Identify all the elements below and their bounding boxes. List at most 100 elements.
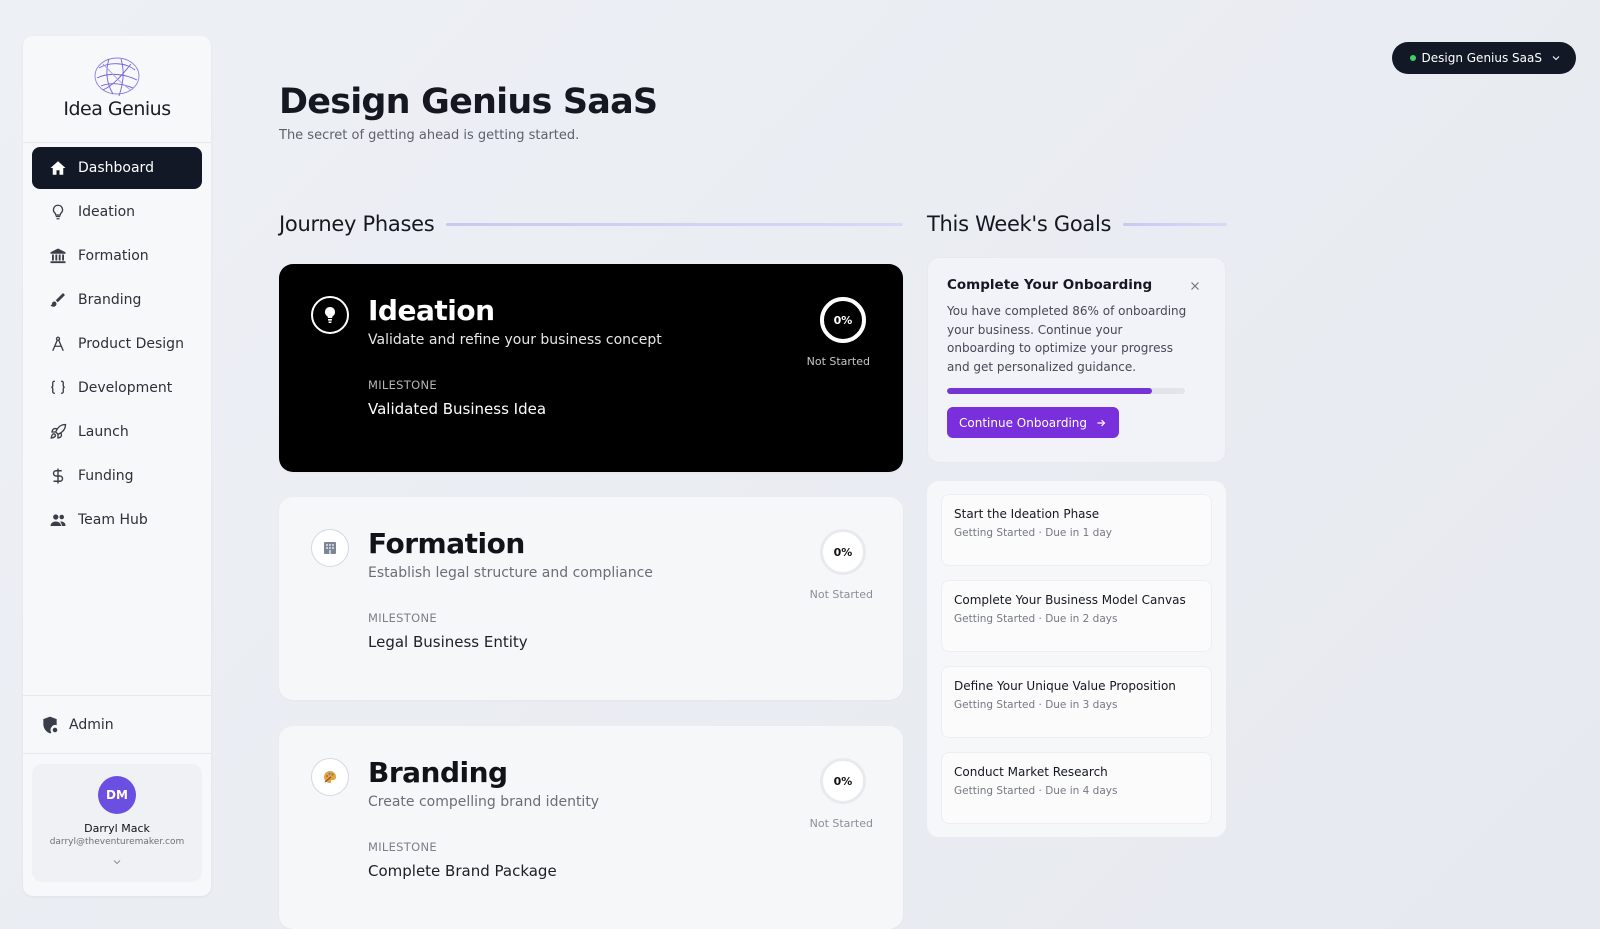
sidebar-item-label: Team Hub bbox=[78, 512, 148, 528]
progress-ring: 0% bbox=[820, 297, 866, 343]
phase-card-ideation[interactable]: Ideation Validate and refine your busine… bbox=[279, 264, 903, 472]
phase-card-branding[interactable]: Branding Create compelling brand identit… bbox=[279, 726, 903, 929]
rocket-icon bbox=[48, 422, 68, 442]
project-select[interactable]: Design Genius SaaS bbox=[1391, 42, 1576, 74]
sidebar-item-label: Formation bbox=[78, 248, 149, 264]
goal-title: Start the Ideation Phase bbox=[954, 507, 1100, 521]
chevron-down-icon bbox=[1550, 52, 1562, 64]
progress-ring: 0% bbox=[820, 529, 866, 575]
phase-card-formation[interactable]: Formation Establish legal structure and … bbox=[279, 497, 903, 700]
sidebar-nav: Dashboard Ideation Formation Branding Pr… bbox=[23, 147, 211, 541]
sidebar-item-funding[interactable]: Funding bbox=[32, 455, 202, 497]
sidebar-item-branding[interactable]: Branding bbox=[32, 279, 202, 321]
section-title: Journey Phases bbox=[279, 212, 435, 236]
compass-icon bbox=[48, 334, 68, 354]
sidebar: Idea Genius Dashboard Ideation Formation bbox=[23, 36, 211, 896]
sidebar-item-ideation[interactable]: Ideation bbox=[32, 191, 202, 233]
arrow-right-icon bbox=[1095, 417, 1107, 429]
sidebar-item-dashboard[interactable]: Dashboard bbox=[32, 147, 202, 189]
building-icon bbox=[311, 529, 349, 567]
milestone-label: MILESTONE bbox=[368, 378, 437, 392]
bank-icon bbox=[48, 246, 68, 266]
phase-status: Not Started bbox=[809, 588, 873, 601]
user-email: darryl@theventuremaker.com bbox=[49, 837, 185, 847]
sidebar-item-product-design[interactable]: Product Design bbox=[32, 323, 202, 365]
goal-item[interactable]: Conduct Market Research Getting Started … bbox=[941, 752, 1212, 824]
code-braces-icon bbox=[48, 378, 68, 398]
goal-meta: Getting Started · Due in 4 days bbox=[954, 785, 1118, 797]
goal-item[interactable]: Start the Ideation Phase Getting Started… bbox=[941, 494, 1212, 566]
phase-status: Not Started bbox=[809, 817, 873, 830]
progress-ring: 0% bbox=[820, 758, 866, 804]
lightbulb-icon bbox=[48, 202, 68, 222]
onboarding-card: Complete Your Onboarding You have comple… bbox=[927, 257, 1226, 463]
milestone-label: MILESTONE bbox=[368, 840, 437, 854]
progress-fill bbox=[947, 388, 1152, 394]
goal-item[interactable]: Complete Your Business Model Canvas Gett… bbox=[941, 580, 1212, 652]
home-icon bbox=[48, 158, 68, 178]
user-card: DM Darryl Mack darryl@theventuremaker.co… bbox=[23, 753, 211, 896]
goal-title: Conduct Market Research bbox=[954, 765, 1108, 779]
brain-logo-icon bbox=[94, 57, 140, 97]
phase-description: Create compelling brand identity bbox=[368, 794, 600, 810]
continue-onboarding-button[interactable]: Continue Onboarding bbox=[947, 407, 1120, 438]
goal-meta: Getting Started · Due in 1 day bbox=[954, 527, 1112, 539]
user-menu[interactable]: DM Darryl Mack darryl@theventuremaker.co… bbox=[32, 764, 202, 882]
phase-title: Branding bbox=[368, 756, 508, 789]
goal-title: Define Your Unique Value Proposition bbox=[954, 679, 1176, 693]
project-select-label: Design Genius SaaS bbox=[1421, 51, 1542, 65]
phase-title: Ideation bbox=[368, 294, 495, 327]
page-subtitle: The secret of getting ahead is getting s… bbox=[279, 128, 580, 143]
goals-list: Start the Ideation Phase Getting Started… bbox=[927, 481, 1226, 837]
milestone-value: Validated Business Idea bbox=[368, 400, 547, 418]
milestone-value: Complete Brand Package bbox=[368, 862, 557, 880]
sidebar-footer: Admin DM Darryl Mack darryl@theventurema… bbox=[23, 695, 211, 896]
logo-text: Idea Genius bbox=[63, 98, 171, 120]
divider bbox=[23, 142, 211, 143]
palette-icon bbox=[311, 758, 349, 796]
onboarding-text: You have completed 86% of onboarding you… bbox=[947, 304, 1187, 374]
avatar: DM bbox=[98, 776, 136, 814]
close-icon[interactable] bbox=[1189, 280, 1201, 292]
phase-description: Establish legal structure and compliance bbox=[368, 565, 653, 581]
user-name: Darryl Mack bbox=[84, 822, 150, 835]
button-label: Continue Onboarding bbox=[959, 415, 1088, 430]
goal-title: Complete Your Business Model Canvas bbox=[954, 593, 1186, 607]
phase-title: Formation bbox=[368, 527, 525, 560]
heading-divider bbox=[1123, 222, 1227, 226]
brush-icon bbox=[48, 290, 68, 310]
sidebar-item-label: Branding bbox=[78, 292, 142, 308]
admin-label: Admin bbox=[69, 716, 114, 733]
people-icon bbox=[48, 510, 68, 530]
logo[interactable]: Idea Genius bbox=[23, 36, 211, 142]
goal-meta: Getting Started · Due in 3 days bbox=[954, 699, 1118, 711]
heading-divider bbox=[446, 222, 903, 226]
phase-status: Not Started bbox=[806, 355, 870, 368]
lightbulb-icon bbox=[311, 296, 349, 334]
milestone-value: Legal Business Entity bbox=[368, 633, 528, 651]
status-dot bbox=[1409, 55, 1416, 61]
onboarding-title: Complete Your Onboarding bbox=[947, 277, 1153, 293]
sidebar-item-label: Development bbox=[78, 380, 173, 396]
sidebar-item-formation[interactable]: Formation bbox=[32, 235, 202, 277]
goal-meta: Getting Started · Due in 2 days bbox=[954, 613, 1118, 625]
shield-gear-icon bbox=[40, 715, 60, 735]
onboarding-progress-bar bbox=[947, 388, 1185, 394]
goal-item[interactable]: Define Your Unique Value Proposition Get… bbox=[941, 666, 1212, 738]
sidebar-item-launch[interactable]: Launch bbox=[32, 411, 202, 453]
sidebar-item-label: Product Design bbox=[78, 336, 184, 352]
section-title: This Week's Goals bbox=[927, 212, 1112, 236]
sidebar-item-label: Dashboard bbox=[78, 160, 154, 176]
phase-description: Validate and refine your business concep… bbox=[368, 332, 662, 348]
sidebar-item-label: Funding bbox=[78, 468, 134, 484]
dollar-icon bbox=[48, 466, 68, 486]
journey-phases-heading: Journey Phases bbox=[279, 212, 903, 236]
chevron-down-icon[interactable] bbox=[111, 853, 123, 872]
sidebar-item-development[interactable]: Development bbox=[32, 367, 202, 409]
sidebar-item-admin[interactable]: Admin bbox=[23, 695, 211, 753]
milestone-label: MILESTONE bbox=[368, 611, 437, 625]
sidebar-item-team-hub[interactable]: Team Hub bbox=[32, 499, 202, 541]
sidebar-item-label: Launch bbox=[78, 424, 129, 440]
sidebar-item-label: Ideation bbox=[78, 204, 136, 220]
page-title: Design Genius SaaS bbox=[279, 82, 658, 122]
